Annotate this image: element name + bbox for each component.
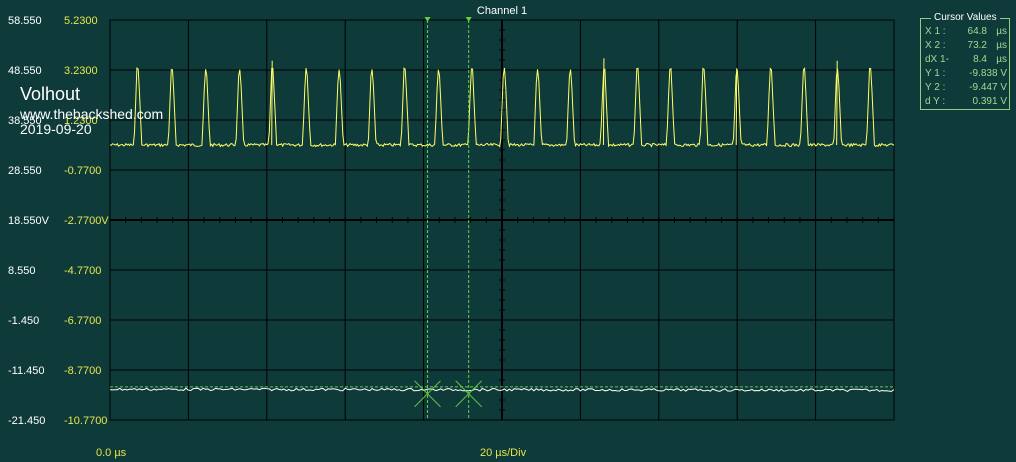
cursor-value: -9.838 V [969, 68, 1007, 79]
cursor-row-y2: Y 2 : -9.447 V [925, 82, 1009, 94]
cursor-row-x2: X 2 : 73.2 µs [925, 40, 1009, 52]
cursor-row-y1: Y 1 : -9.838 V [925, 68, 1009, 80]
cursor-value: 8.4 [973, 54, 987, 65]
cursor-row-dy: d Y : 0.391 V [925, 96, 1009, 108]
y-tick-label-right: -0.7700 [64, 165, 101, 177]
cursor-label: Y 2 : [925, 82, 946, 93]
y-tick-label-right: -10.7700 [64, 415, 107, 427]
cursor-label: d Y : [925, 96, 946, 107]
y-tick-label-right: 5.2300 [64, 15, 98, 27]
y-tick-label-right: -6.7700 [64, 315, 101, 327]
cursor-row-dx: dX 1- 8.4 µs [925, 54, 1009, 66]
y-tick-label-left: 8.550 [8, 265, 36, 277]
watermark-name: Volhout [20, 84, 80, 104]
cursor-label: dX 1- [925, 54, 949, 65]
cursor-value: 73.2 [967, 40, 987, 51]
y-tick-label-right: -2.7700V [64, 215, 109, 227]
cursor-unit: µs [996, 40, 1007, 51]
y-tick-label-right: -8.7700 [64, 365, 101, 377]
watermark-site: www.thebackshed.com [19, 106, 163, 122]
cursor-values-panel: Cursor Values X 1 : 64.8 µs X 2 : 73.2 µ… [920, 12, 1010, 110]
watermark-date: 2019-09-20 [20, 121, 92, 137]
cursor-unit: µs [996, 26, 1007, 37]
cursor-values-title: Cursor Values [931, 12, 1000, 23]
y-tick-label-right: 3.2300 [64, 65, 98, 77]
y-tick-label-left: -11.450 [8, 365, 45, 377]
y-tick-label-right: -4.7700 [64, 265, 101, 277]
y-tick-label-left: 28.550 [8, 165, 42, 177]
cursor-label: X 2 : [925, 40, 946, 51]
cursor-value: 64.8 [967, 26, 987, 37]
y-axis-labels: 58.55048.55038.55028.55018.550V8.550-1.4… [8, 15, 109, 427]
cursor-value: -9.447 V [969, 82, 1007, 93]
cursor-label: X 1 : [925, 26, 946, 37]
x-start-label: 0.0 µs [96, 447, 127, 459]
y-tick-label-left: 48.550 [8, 65, 42, 77]
cursor-row-x1: X 1 : 64.8 µs [925, 26, 1009, 38]
cursor-label: Y 1 : [925, 68, 946, 79]
cursor-value: 0.391 V [972, 96, 1007, 107]
chart-title: Channel 1 [477, 5, 527, 17]
x-scale-label: 20 µs/Div [480, 447, 527, 459]
plot-grid [109, 19, 895, 421]
y-tick-label-left: 58.550 [8, 15, 42, 27]
y-tick-label-left: 18.550V [8, 215, 50, 227]
y-tick-label-left: -21.450 [8, 415, 45, 427]
cursor-unit: µs [996, 54, 1007, 65]
y-tick-label-left: -1.450 [8, 315, 39, 327]
oscilloscope-display: Channel 1 58.55048.55038.55028.55018.550… [8, 5, 895, 459]
